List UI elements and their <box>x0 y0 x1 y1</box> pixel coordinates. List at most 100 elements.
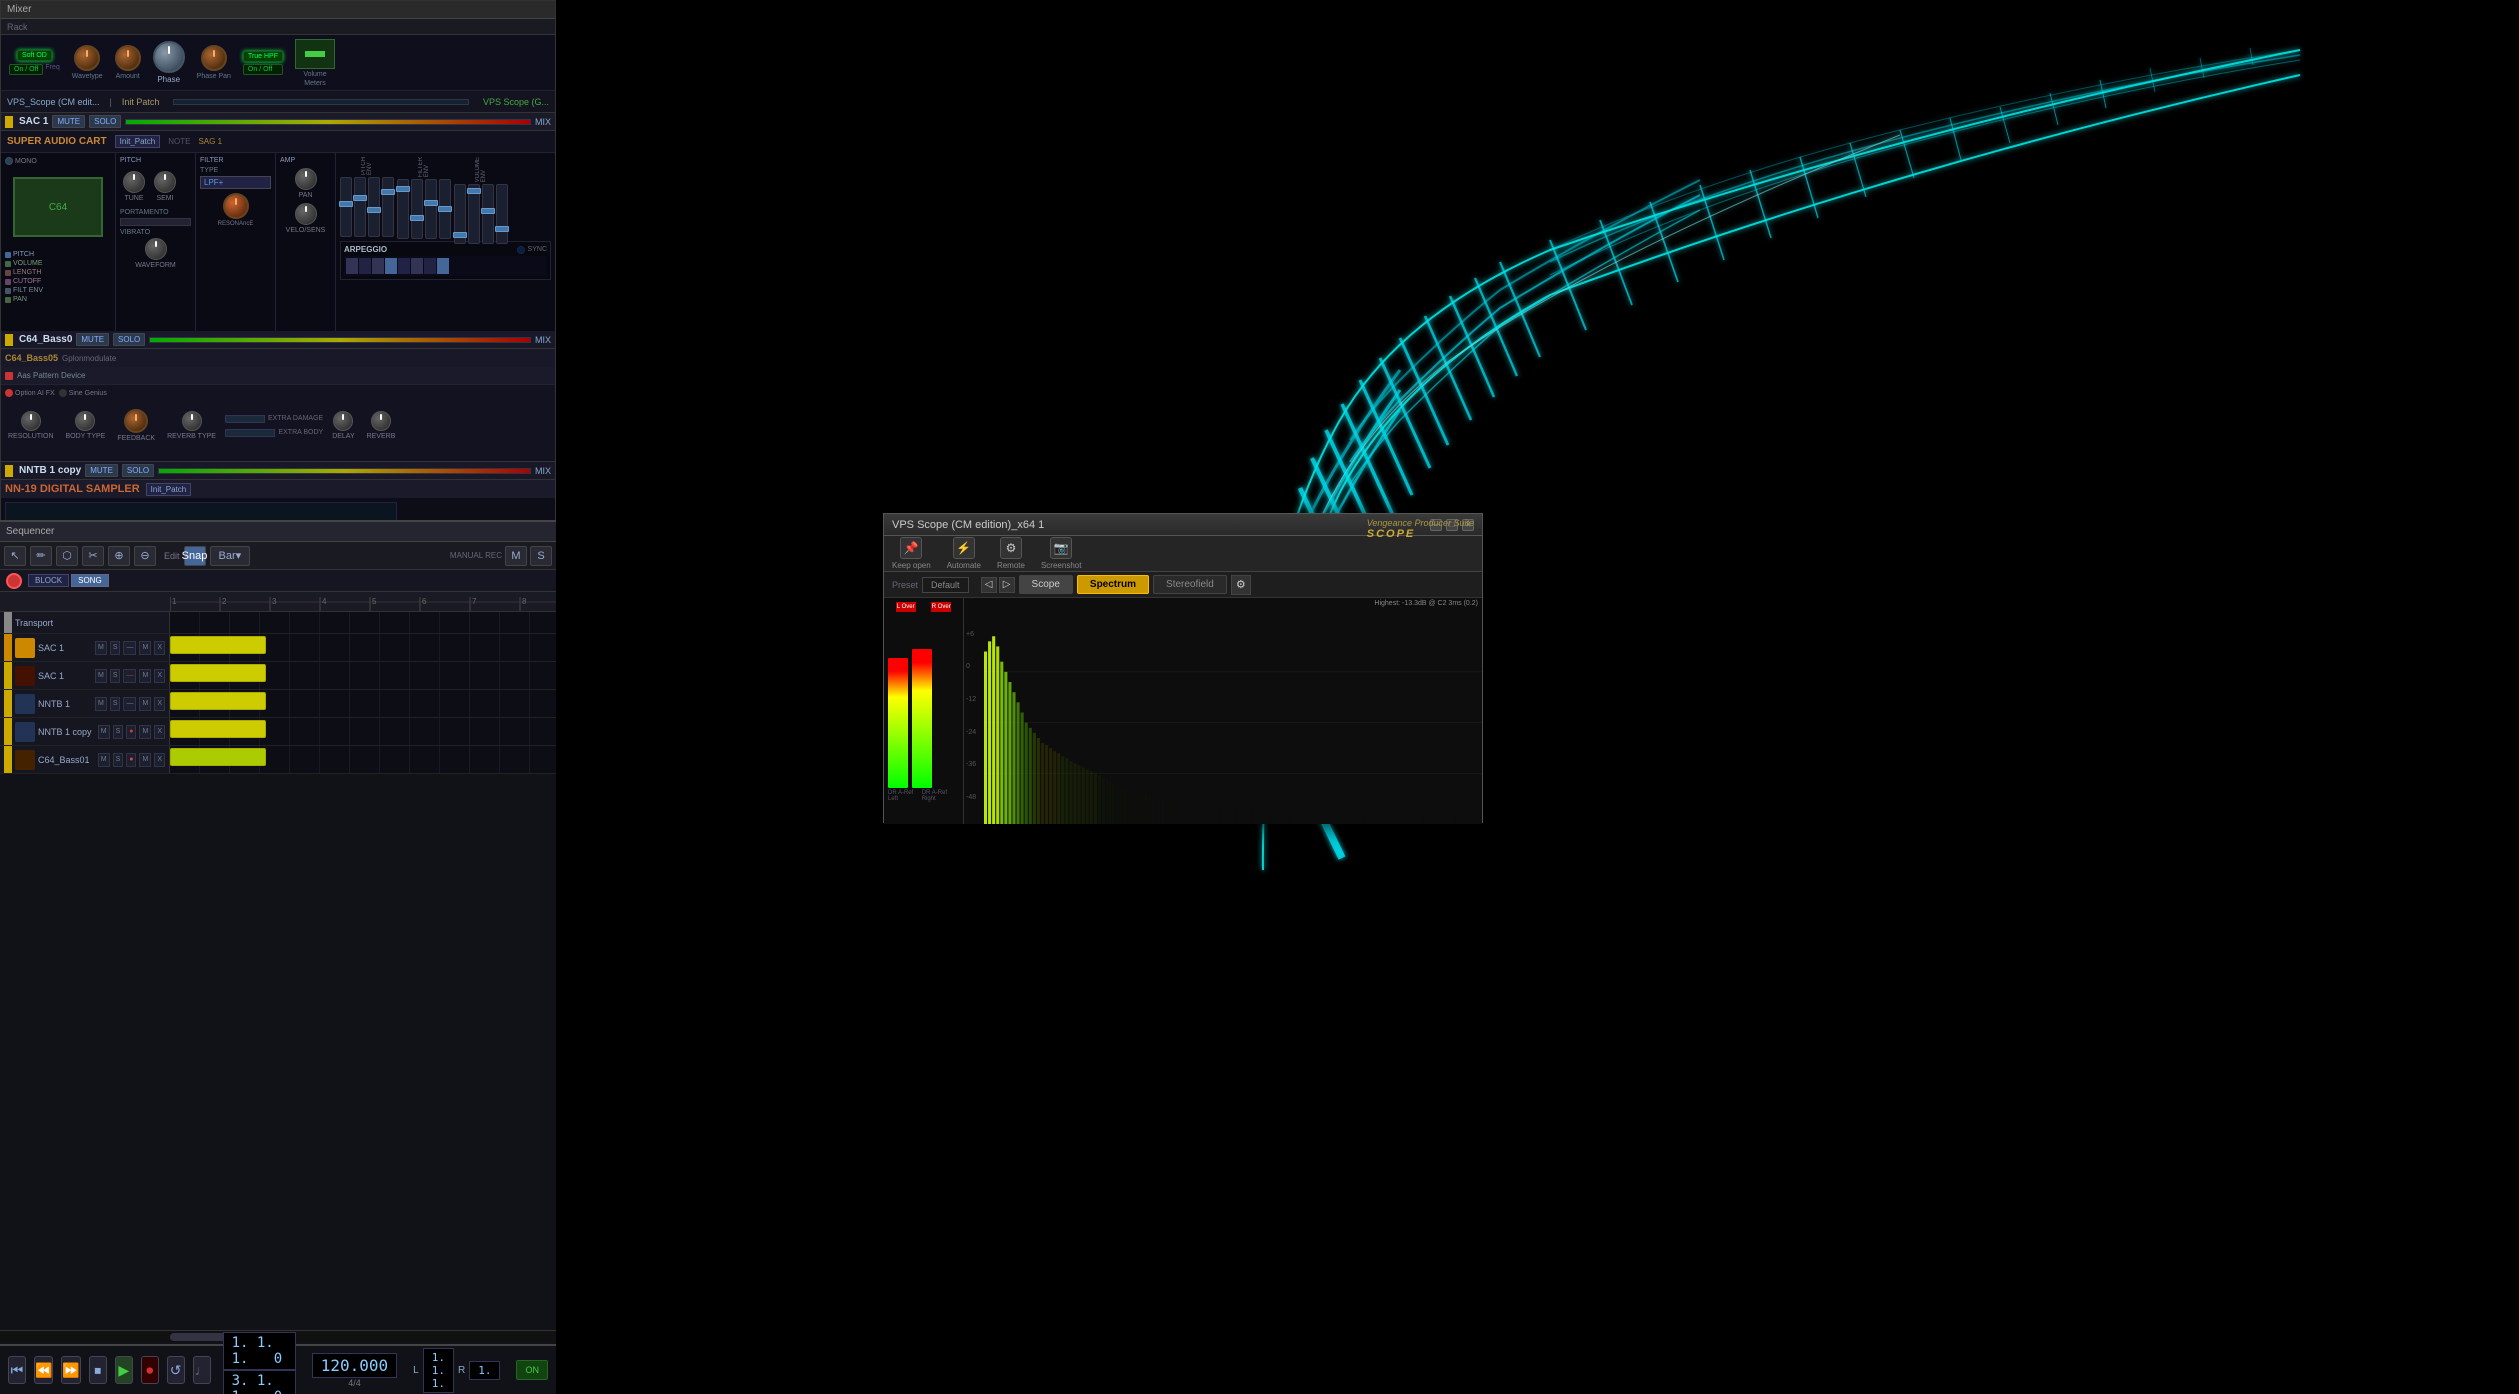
arp-key1[interactable] <box>346 258 358 274</box>
phase-pan-knob[interactable] <box>201 45 227 71</box>
c64-seq-m[interactable]: M <box>98 753 110 767</box>
sac1-clip[interactable] <box>170 636 266 654</box>
true-hpf-btn[interactable]: True HPF <box>243 51 283 62</box>
arp-key8[interactable] <box>437 258 449 274</box>
pitch-env-fader4[interactable] <box>382 177 394 237</box>
arp-key4[interactable] <box>385 258 397 274</box>
c64-mute-btn[interactable]: MUTE <box>76 333 109 346</box>
semi-knob[interactable] <box>154 171 176 193</box>
c64-clip[interactable] <box>170 748 266 766</box>
rewind-to-start[interactable]: ⏮ <box>8 1356 26 1384</box>
screenshot-icon[interactable]: 📷 <box>1050 537 1072 559</box>
sac1b-m[interactable]: M <box>95 669 107 683</box>
arp-key7[interactable] <box>424 258 436 274</box>
soft-od-btn[interactable]: Soft OD <box>17 50 52 61</box>
rec-button[interactable] <box>6 573 22 589</box>
nntb-copy-x[interactable]: X <box>154 725 165 739</box>
tool-zoom-out[interactable]: ⊖ <box>134 546 156 566</box>
c64-seq-s[interactable]: S <box>113 753 124 767</box>
automate-icon[interactable]: ⚡ <box>953 537 975 559</box>
tab-prev[interactable]: ◁ <box>981 577 997 593</box>
velo-knob[interactable] <box>295 203 317 225</box>
nntb-copy-clip[interactable] <box>170 720 266 738</box>
rec-btn[interactable]: ⏺ <box>141 1356 159 1384</box>
tool-zoom-in[interactable]: ⊕ <box>108 546 130 566</box>
sac1b-mx[interactable]: M <box>139 669 151 683</box>
nntb-mx[interactable]: M <box>139 697 151 711</box>
nntb-copy-mx[interactable]: M <box>139 725 151 739</box>
s-btn[interactable]: S <box>530 546 552 566</box>
body-type-knob[interactable] <box>75 411 95 431</box>
sac1b-s[interactable]: S <box>110 669 121 683</box>
keep-open-icon[interactable]: 📌 <box>900 537 922 559</box>
nn19-solo-btn[interactable]: SOLO <box>122 464 154 477</box>
tune-knob[interactable] <box>123 171 145 193</box>
remote-icon[interactable]: ⚙ <box>1000 537 1022 559</box>
amount-knob[interactable] <box>115 45 141 71</box>
c64-seq-mx[interactable]: M <box>139 753 151 767</box>
pitch-env-fader1[interactable] <box>340 177 352 237</box>
stop-btn[interactable]: ⏹ <box>89 1356 107 1384</box>
sac1b-mute[interactable]: — <box>123 669 136 683</box>
sac-patch-btn[interactable]: Init_Patch <box>115 135 161 148</box>
resolution-knob[interactable] <box>21 411 41 431</box>
sac1-mute-btn[interactable]: MUTE <box>52 115 85 128</box>
bar-dropdown[interactable]: Bar ▾ <box>210 546 251 566</box>
waveform-knob[interactable] <box>145 238 167 260</box>
nntb-m[interactable]: M <box>95 697 107 711</box>
sac1-seq-m[interactable]: M <box>95 641 107 655</box>
resonance-knob[interactable] <box>223 193 249 219</box>
volume-env-fader2[interactable] <box>468 184 480 244</box>
pitch-env-fader2[interactable] <box>354 177 366 237</box>
song-btn[interactable]: SONG <box>71 574 109 587</box>
tool-eraser[interactable]: ⬡ <box>56 546 78 566</box>
nn19-mute-btn[interactable]: MUTE <box>85 464 118 477</box>
feedback-knob[interactable] <box>124 409 148 433</box>
rewind-btn[interactable]: ⏪ <box>34 1356 53 1384</box>
sac1-seq-x[interactable]: M <box>139 641 151 655</box>
block-btn[interactable]: BLOCK <box>28 574 69 587</box>
volume-env-fader1[interactable] <box>454 184 466 244</box>
nntb-copy-mute[interactable]: ● <box>126 725 136 739</box>
arp-key2[interactable] <box>359 258 371 274</box>
pan-knob[interactable] <box>295 168 317 190</box>
click-btn[interactable]: ♩ <box>193 1356 211 1384</box>
tool-select[interactable]: ↖ <box>4 546 26 566</box>
tool-scissors[interactable]: ✂ <box>82 546 104 566</box>
sac1-seq-mute[interactable]: — <box>123 641 136 655</box>
reverb-type-knob[interactable] <box>182 411 202 431</box>
filter-type-display[interactable]: LPF+ <box>200 176 271 189</box>
arp-key5[interactable] <box>398 258 410 274</box>
sac1-solo-btn[interactable]: SOLO <box>89 115 121 128</box>
scope-tab[interactable]: Scope <box>1019 575 1073 594</box>
on-off-btn1[interactable]: On / Off <box>9 64 43 75</box>
arp-key3[interactable] <box>372 258 384 274</box>
filter-env-fader3[interactable] <box>425 179 437 239</box>
phase-knob[interactable] <box>153 41 185 73</box>
filter-env-fader4[interactable] <box>439 179 451 239</box>
nntb-copy-m[interactable]: M <box>98 725 110 739</box>
m-btn[interactable]: M <box>505 546 527 566</box>
nntb-x[interactable]: X <box>154 697 165 711</box>
nn19-patch-btn[interactable]: Init_Patch <box>146 483 192 496</box>
portamento-slider[interactable] <box>120 218 191 226</box>
reverb-knob[interactable] <box>371 411 391 431</box>
pitch-env-fader3[interactable] <box>368 177 380 237</box>
nntb-copy-s[interactable]: S <box>113 725 124 739</box>
on-off-btn2[interactable]: On / Off <box>243 64 283 75</box>
volume-env-fader4[interactable] <box>496 184 508 244</box>
spectrum-tab[interactable]: Spectrum <box>1077 575 1149 594</box>
sac1b-clip[interactable] <box>170 664 266 682</box>
c64-seq-x[interactable]: X <box>154 753 165 767</box>
c64-seq-mute[interactable]: ● <box>126 753 136 767</box>
nntb-mute[interactable]: — <box>123 697 136 711</box>
settings-icon[interactable]: ⚙ <box>1231 575 1251 595</box>
sac1-seq-s[interactable]: S <box>110 641 121 655</box>
preset-bar-fader[interactable] <box>173 99 469 105</box>
default-preset[interactable]: Default <box>922 577 969 593</box>
c64-solo-btn[interactable]: SOLO <box>113 333 145 346</box>
extra-body-slider[interactable] <box>225 429 276 437</box>
extra-damage-slider[interactable] <box>225 415 265 423</box>
wavetype-knob[interactable] <box>74 45 100 71</box>
nntb-s[interactable]: S <box>110 697 121 711</box>
